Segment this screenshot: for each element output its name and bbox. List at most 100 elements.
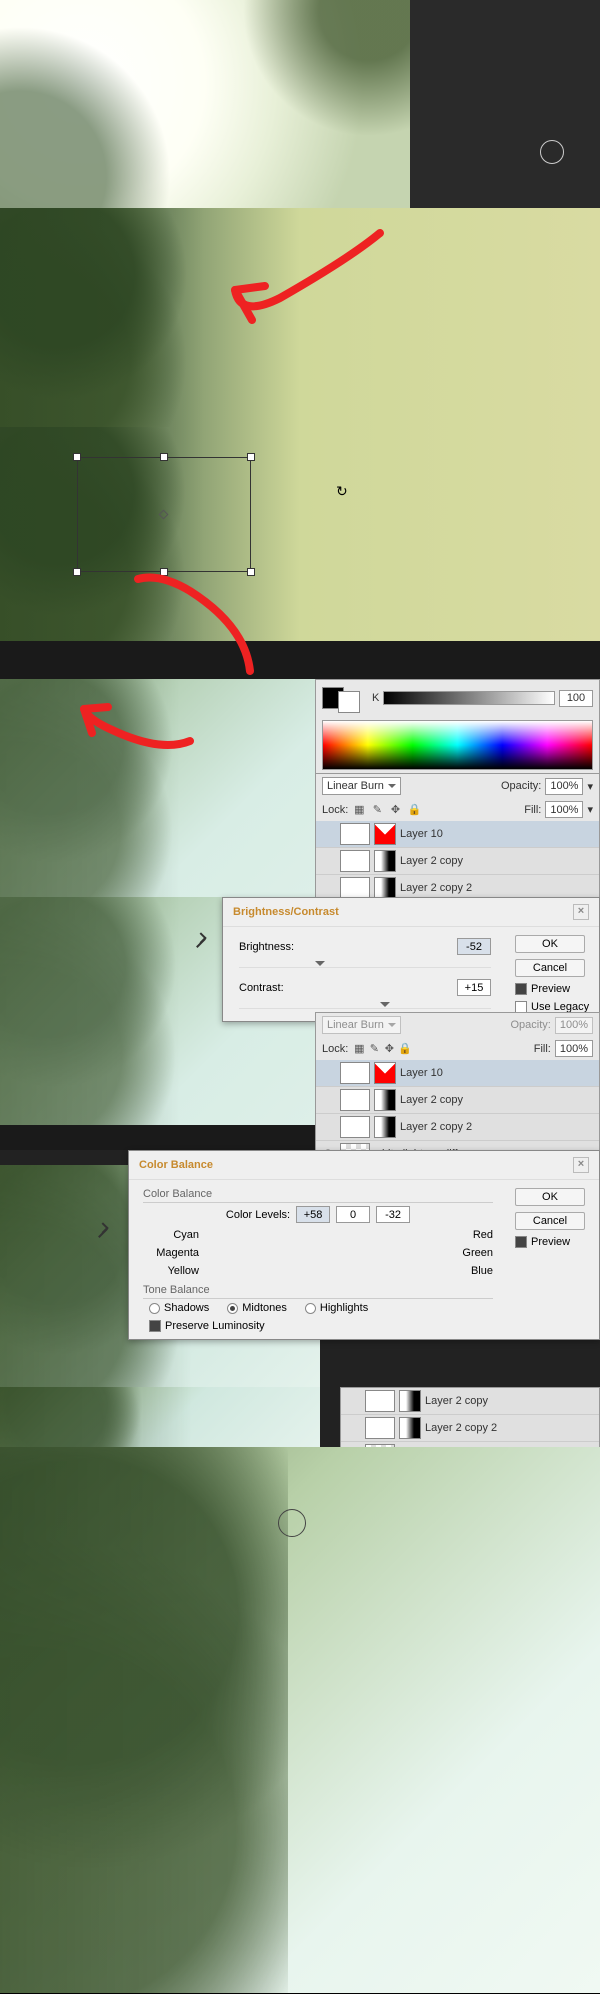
brush-cursor-icon	[278, 1509, 306, 1537]
fill-input[interactable]: 100%	[555, 1040, 593, 1057]
chevron-down-icon[interactable]: ▾	[587, 780, 593, 793]
k-slider[interactable]	[383, 691, 555, 705]
preview-checkbox[interactable]: Preview	[515, 983, 591, 995]
fill-label: Fill:	[524, 804, 541, 816]
color-panel: K 100	[315, 679, 600, 775]
lock-pixels-icon[interactable]: ✎	[370, 803, 384, 817]
red-label: Red	[473, 1229, 493, 1241]
background-color-swatch[interactable]	[338, 691, 360, 713]
yellow-label: Yellow	[143, 1265, 199, 1277]
visibility-toggle-icon[interactable]	[320, 826, 336, 842]
layer-name: Layer 2 copy	[425, 1395, 488, 1407]
visibility-toggle-icon[interactable]	[345, 1393, 361, 1409]
eyedropper-cursor-icon	[193, 935, 209, 951]
level-3-input[interactable]: -32	[376, 1206, 410, 1223]
cancel-button[interactable]: Cancel	[515, 1212, 585, 1230]
photo-step-4: K 100 Linear Burn Opacity: 100% ▾ Lock: …	[0, 679, 600, 897]
lock-all-icon[interactable]: 🔒	[406, 803, 420, 817]
photo-step-2	[0, 208, 600, 427]
eyedropper-cursor-icon	[95, 1225, 111, 1241]
transform-handle[interactable]	[73, 568, 81, 576]
photo-step-3: ↻	[0, 427, 600, 641]
cancel-button[interactable]: Cancel	[515, 959, 585, 977]
layer-thumbnail[interactable]	[340, 1089, 370, 1111]
lock-icons-group: ▦ ✎ ✥ 🔒	[352, 803, 421, 817]
opacity-label: Opacity:	[511, 1019, 551, 1031]
layer-row[interactable]: Layer 2 copy	[316, 1087, 599, 1114]
visibility-toggle-icon[interactable]	[320, 853, 336, 869]
midtones-radio[interactable]: Midtones	[227, 1302, 287, 1314]
close-icon[interactable]: ×	[573, 1157, 589, 1173]
lock-all-icon[interactable]: 🔒	[397, 1042, 411, 1056]
color-spectrum[interactable]	[322, 720, 593, 770]
visibility-toggle-icon[interactable]	[320, 1119, 336, 1135]
layer-name: Layer 10	[400, 828, 443, 840]
layer-thumbnail[interactable]	[340, 850, 370, 872]
layer-row[interactable]: Layer 2 copy 2	[316, 1114, 599, 1141]
ps-gray-workspace	[410, 0, 600, 208]
fill-input[interactable]: 100%	[545, 801, 583, 818]
level-1-input[interactable]: +58	[296, 1206, 330, 1223]
shadows-radio[interactable]: Shadows	[149, 1302, 209, 1314]
ok-button[interactable]: OK	[515, 935, 585, 953]
annotation-arrow	[180, 228, 400, 351]
visibility-toggle-icon[interactable]	[320, 1065, 336, 1081]
brush-cursor-icon	[540, 140, 564, 164]
visibility-toggle-icon[interactable]	[320, 1092, 336, 1108]
layer-mask-thumbnail[interactable]	[374, 1116, 396, 1138]
preview-checkbox[interactable]: Preview	[515, 1236, 591, 1248]
layer-mask-thumbnail[interactable]	[374, 850, 396, 872]
lock-transparent-icon[interactable]: ▦	[352, 803, 366, 817]
layer-thumbnail[interactable]	[340, 823, 370, 845]
layer-name: Layer 10	[400, 1067, 443, 1079]
blend-mode-value: Linear Burn	[327, 780, 384, 792]
layer-mask-thumbnail[interactable]	[374, 1089, 396, 1111]
free-transform-bounding-box[interactable]	[77, 457, 251, 572]
brightness-input[interactable]: -52	[457, 938, 491, 955]
lock-position-icon[interactable]: ✥	[382, 1042, 396, 1056]
blend-mode-dropdown[interactable]: Linear Burn	[322, 777, 401, 795]
lock-pixels-icon[interactable]: ✎	[367, 1042, 381, 1056]
layer-name: Layer 2 copy 2	[400, 1121, 472, 1133]
layer-thumbnail[interactable]	[340, 1116, 370, 1138]
k-value-input[interactable]: 100	[559, 690, 593, 707]
center-point-icon[interactable]	[159, 509, 169, 519]
layer-mask-thumbnail[interactable]	[374, 1062, 396, 1084]
visibility-toggle-icon[interactable]	[345, 1420, 361, 1436]
level-2-input[interactable]: 0	[336, 1206, 370, 1223]
lock-label: Lock:	[322, 1043, 348, 1055]
layer-row[interactable]: Layer 2 copy	[341, 1388, 599, 1415]
transform-handle[interactable]	[247, 453, 255, 461]
ok-button[interactable]: OK	[515, 1188, 585, 1206]
annotation-arrow	[70, 693, 200, 776]
layer-name: Layer 2 copy 2	[400, 882, 472, 894]
layer-mask-thumbnail[interactable]	[374, 823, 396, 845]
layer-mask-thumbnail[interactable]	[374, 877, 396, 899]
lock-label: Lock:	[322, 804, 348, 816]
highlights-radio[interactable]: Highlights	[305, 1302, 368, 1314]
dialog-title: Brightness/Contrast	[233, 906, 339, 918]
section-color-balance: Color Balance	[143, 1188, 493, 1203]
lock-transparent-icon[interactable]: ▦	[352, 1042, 366, 1056]
layer-row[interactable]: Layer 2 copy 2	[341, 1415, 599, 1442]
contrast-slider[interactable]	[239, 1001, 491, 1009]
visibility-toggle-icon[interactable]	[320, 880, 336, 896]
opacity-label: Opacity:	[501, 780, 541, 792]
layer-row[interactable]: Layer 10	[316, 821, 599, 848]
contrast-input[interactable]: +15	[457, 979, 491, 996]
chevron-down-icon[interactable]: ▾	[587, 803, 593, 816]
transform-handle[interactable]	[160, 453, 168, 461]
layer-row[interactable]: Layer 10	[316, 1060, 599, 1087]
brightness-slider[interactable]	[239, 960, 491, 968]
lock-position-icon[interactable]: ✥	[388, 803, 402, 817]
preserve-luminosity-checkbox[interactable]: Preserve Luminosity	[149, 1320, 265, 1332]
transform-handle[interactable]	[73, 453, 81, 461]
layer-thumbnail[interactable]	[340, 1062, 370, 1084]
brightness-contrast-dialog: Brightness/Contrast × Brightness: -52 Co…	[222, 897, 600, 1022]
layer-thumbnail[interactable]	[340, 877, 370, 899]
opacity-input[interactable]: 100%	[545, 778, 583, 795]
close-icon[interactable]: ×	[573, 904, 589, 920]
photo-step-7	[0, 1447, 600, 1993]
blend-mode-dropdown: Linear Burn	[322, 1016, 401, 1034]
layer-row[interactable]: Layer 2 copy	[316, 848, 599, 875]
